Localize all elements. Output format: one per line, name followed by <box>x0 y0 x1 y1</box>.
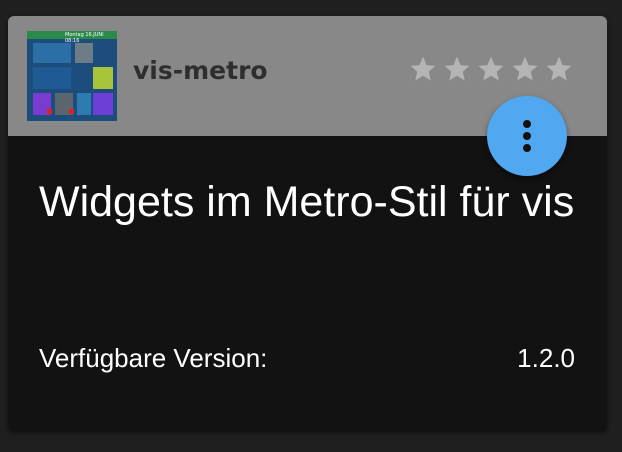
adapter-thumbnail: Montag 16.JUNI 08:16 <box>27 31 117 121</box>
star-icon <box>410 56 436 81</box>
available-version-value: 1.2.0 <box>517 343 575 373</box>
thumbnail-indicator <box>47 109 52 114</box>
star-icon <box>546 56 572 81</box>
more-options-button[interactable] <box>487 96 567 176</box>
star-icon <box>444 56 470 81</box>
thumbnail-tile <box>93 67 113 89</box>
thumbnail-indicator <box>69 109 74 114</box>
adapter-description: Widgets im Metro-Stil für vis <box>39 178 575 226</box>
thumbnail-tile <box>33 43 71 63</box>
thumbnail-tile <box>93 93 113 115</box>
thumbnail-tile <box>33 67 71 89</box>
adapter-title: vis-metro <box>133 56 268 85</box>
thumbnail-tile <box>77 93 91 115</box>
star-icon <box>478 56 504 81</box>
thumbnail-tile <box>75 43 93 63</box>
star-icon <box>512 56 538 81</box>
adapter-card: Montag 16.JUNI 08:16 vis-metro Widgets i… <box>8 16 607 431</box>
rating-stars <box>408 54 574 84</box>
available-version-label: Verfügbare Version: <box>39 343 268 373</box>
